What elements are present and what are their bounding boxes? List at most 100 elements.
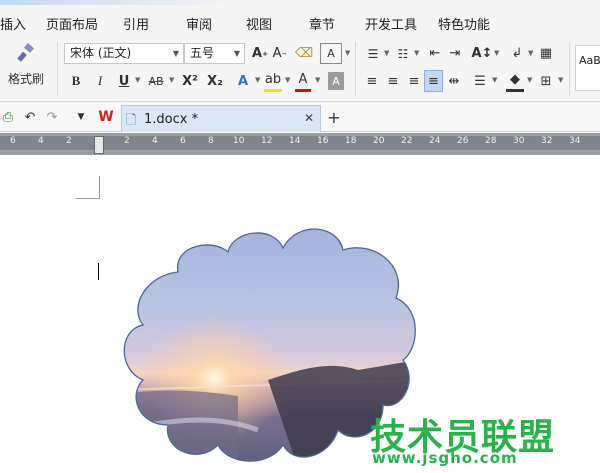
chevron-down-icon[interactable]: ▼ [492,49,499,57]
char-shading-icon[interactable]: A [328,72,344,90]
menu-review[interactable]: 审阅 [186,14,212,33]
chevron-down-icon[interactable]: ▼ [412,49,419,57]
menu-references[interactable]: 引用 [123,14,149,33]
ruler-tick: 6 [180,136,186,146]
document-tab-bar: ⎙ ↶ ↷ ▼ W 🗋 1.docx * ✕ + [0,102,600,132]
format-painter-button[interactable]: 格式刷 [8,70,44,87]
chevron-down-icon[interactable]: ▼ [343,49,350,57]
style-gallery[interactable]: AaBb [575,45,600,91]
subscript-button[interactable]: X₂ [205,70,225,92]
margin-corner-mark [76,198,100,199]
separator [569,42,570,96]
chevron-down-icon[interactable]: ▼ [490,76,497,84]
ruler-tick: 24 [429,136,441,146]
line-spacing-icon[interactable]: ☰ [471,70,489,92]
bullets-icon[interactable]: ☰ [363,43,383,64]
close-icon[interactable]: ✕ [304,111,314,125]
clear-format-icon[interactable]: ⌫ [295,43,313,64]
align-right-icon[interactable]: ≡ [405,70,423,92]
ruler-tick: 6 [10,136,16,146]
superscript-button[interactable]: X² [180,70,200,92]
menu-section[interactable]: 章节 [309,14,335,33]
document-icon: 🗋 [126,113,137,128]
chevron-down-icon: ▼ [233,49,240,58]
ruler-tick: 20 [373,136,385,146]
title-accent [0,0,600,5]
decrease-indent-icon[interactable]: ⇤ [426,43,444,64]
wps-logo-icon[interactable]: W [96,107,116,127]
menu-insert[interactable]: 插入 [0,14,26,33]
indent-marker[interactable] [94,136,104,154]
chevron-down-icon[interactable]: ▼ [382,49,389,57]
text-cursor [98,263,99,280]
style-preview: AaBb [579,54,600,67]
chevron-down-icon[interactable]: ▼ [74,108,88,126]
table-grid-icon[interactable]: ▦ [537,43,555,64]
chevron-down-icon[interactable]: ▼ [526,49,533,57]
ribbon: 格式刷 宋体 (正文) ▼ 五号 ▼ A + A − ⌫ A ▼ B I U ▼ AB … [0,38,600,102]
font-size-value: 五号 [190,46,215,60]
sort-icon[interactable]: ↲ [508,43,526,64]
separator [57,42,58,96]
chevron-down-icon[interactable]: ▼ [133,76,140,84]
new-tab-icon[interactable]: + [325,107,343,127]
underline-button[interactable]: U [116,70,132,92]
brush-icon[interactable] [6,42,46,64]
tab-document[interactable]: 🗋 1.docx * ✕ [121,105,321,132]
char-spacing-icon[interactable]: A↕ [472,43,493,64]
ruler-tick: 14 [289,136,301,146]
menu-bar: 插入 页面布局 引用 审阅 视图 章节 开发工具 特色功能 [0,0,600,38]
char-border-icon[interactable]: A [320,43,342,64]
ruler-tick: 32 [541,136,553,146]
watermark-url: www.jsgho.com [372,449,518,467]
italic-button[interactable]: I [92,70,108,92]
menu-special[interactable]: 特色功能 [438,14,490,33]
chevron-down-icon[interactable]: ▼ [167,76,174,84]
print-preview-icon[interactable]: ⎙ [0,108,16,126]
ruler-tick: 2 [124,136,130,146]
ruler-tick: 22 [401,136,413,146]
font-size-select[interactable]: 五号 ▼ [184,43,245,64]
shading-icon[interactable]: ◆ [506,70,524,92]
highlight-icon[interactable]: ab [264,70,282,92]
chevron-down-icon[interactable]: ▼ [556,76,563,84]
separator [355,42,356,96]
ruler-tick: 8 [208,136,214,146]
chevron-down-icon: ▼ [172,49,179,58]
grow-font-icon[interactable]: A + [251,43,269,64]
menu-view[interactable]: 视图 [246,14,272,33]
ruler-tick: 30 [513,136,525,146]
font-name-select[interactable]: 宋体 (正文) ▼ [64,43,184,64]
ruler-tick: 2 [66,136,72,146]
align-left-icon[interactable]: ≡ [363,70,381,92]
font-color-icon[interactable]: A [295,70,311,92]
ruler-tick: 28 [485,136,497,146]
increase-indent-icon[interactable]: ⇥ [446,43,464,64]
chevron-down-icon[interactable]: ▼ [525,76,532,84]
ruler-tick: 10 [233,136,245,146]
ruler-tick: 34 [569,136,581,146]
justify-icon[interactable]: ≡ [424,70,443,92]
horizontal-ruler[interactable]: 6 4 2 2 4 6 8 10 12 14 16 18 20 22 24 26… [0,133,600,155]
ruler-tick: 12 [261,136,273,146]
menu-developer[interactable]: 开发工具 [365,14,417,33]
ruler-tick: 4 [38,136,44,146]
font-name-value: 宋体 (正文) [70,46,132,60]
chevron-down-icon[interactable]: ▼ [313,76,320,84]
undo-icon[interactable]: ↶ [22,108,38,126]
align-center-icon[interactable]: ≡ [384,70,402,92]
distribute-icon[interactable]: ⇹ [445,70,463,92]
text-effect-icon[interactable]: A [234,70,252,92]
bold-button[interactable]: B [68,70,84,92]
document-tab-label: 1.docx * [144,112,199,127]
numbering-icon[interactable]: ☷ [393,43,413,64]
shrink-font-icon[interactable]: A − [271,43,289,64]
menu-page-layout[interactable]: 页面布局 [46,14,98,33]
chevron-down-icon[interactable]: ▼ [253,76,260,84]
ruler-tick: 26 [457,136,469,146]
borders-icon[interactable]: ⊞ [537,70,555,92]
strikethrough-button[interactable]: AB [146,70,166,92]
redo-icon[interactable]: ↷ [44,108,60,126]
chevron-down-icon[interactable]: ▼ [283,76,290,84]
ruler-tick: 16 [317,136,329,146]
